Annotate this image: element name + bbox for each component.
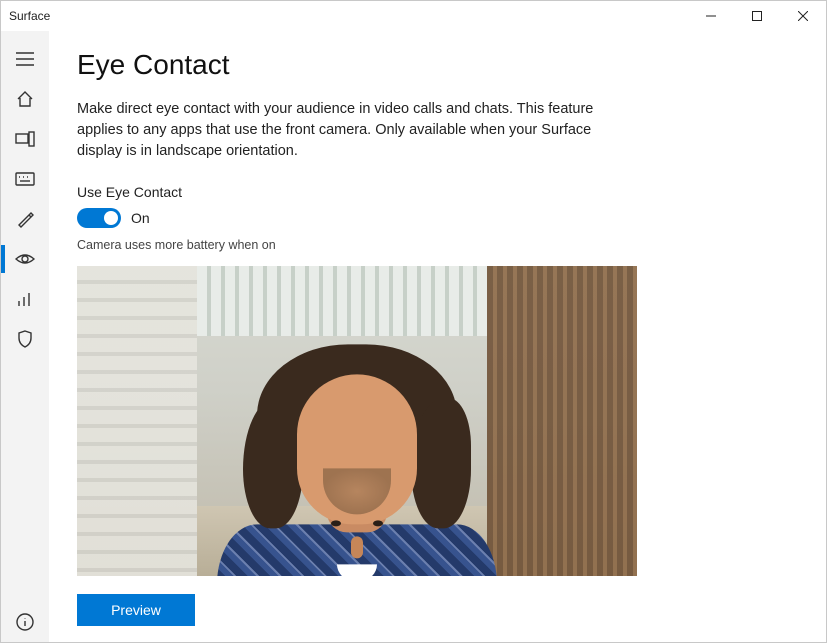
subject-nose [351,536,363,558]
sidebar-item-devices[interactable] [1,119,49,159]
toggle-state-text: On [131,210,150,226]
home-icon [16,90,34,108]
subject-mouth [337,564,377,576]
minimize-button[interactable] [688,1,734,31]
sidebar-item-eye-contact[interactable] [1,239,49,279]
preview-subject [207,344,507,576]
toggle-knob [104,211,118,225]
eye-contact-toggle[interactable] [77,208,121,228]
close-icon [798,11,808,21]
eye-icon [15,252,35,266]
hamburger-icon [16,52,34,66]
sidebar-item-keyboard[interactable] [1,159,49,199]
shield-icon [17,330,33,348]
camera-preview [77,266,637,576]
preview-bg-ceiling [197,266,487,336]
close-button[interactable] [780,1,826,31]
subject-face [297,374,417,524]
minimize-icon [706,11,716,21]
maximize-icon [752,11,762,21]
titlebar: Surface [1,1,826,31]
battery-hint: Camera uses more battery when on [77,238,792,252]
preview-button[interactable]: Preview [77,594,195,626]
window-controls [688,1,826,31]
window-title: Surface [9,9,50,23]
pen-icon [16,210,34,228]
sidebar-item-pen[interactable] [1,199,49,239]
sidebar-item-info[interactable] [1,602,49,642]
main-content: Eye Contact Make direct eye contact with… [49,31,826,642]
preview-bg-right [487,266,637,576]
page-description: Make direct eye contact with your audien… [77,99,637,162]
sidebar [1,31,49,642]
subject-eye-right [373,520,383,526]
sidebar-item-home[interactable] [1,79,49,119]
app-body: Eye Contact Make direct eye contact with… [1,31,826,642]
info-icon [16,613,34,631]
sidebar-menu-button[interactable] [1,39,49,79]
signal-icon [16,291,34,307]
devices-icon [15,131,35,147]
keyboard-icon [15,172,35,186]
maximize-button[interactable] [734,1,780,31]
app-window: Surface [0,0,827,643]
toggle-row: On [77,208,792,228]
toggle-label: Use Eye Contact [77,184,792,200]
sidebar-item-security[interactable] [1,319,49,359]
subject-eye-left [331,520,341,526]
sidebar-item-signal[interactable] [1,279,49,319]
page-title: Eye Contact [77,49,792,81]
preview-bg-left [77,266,197,576]
